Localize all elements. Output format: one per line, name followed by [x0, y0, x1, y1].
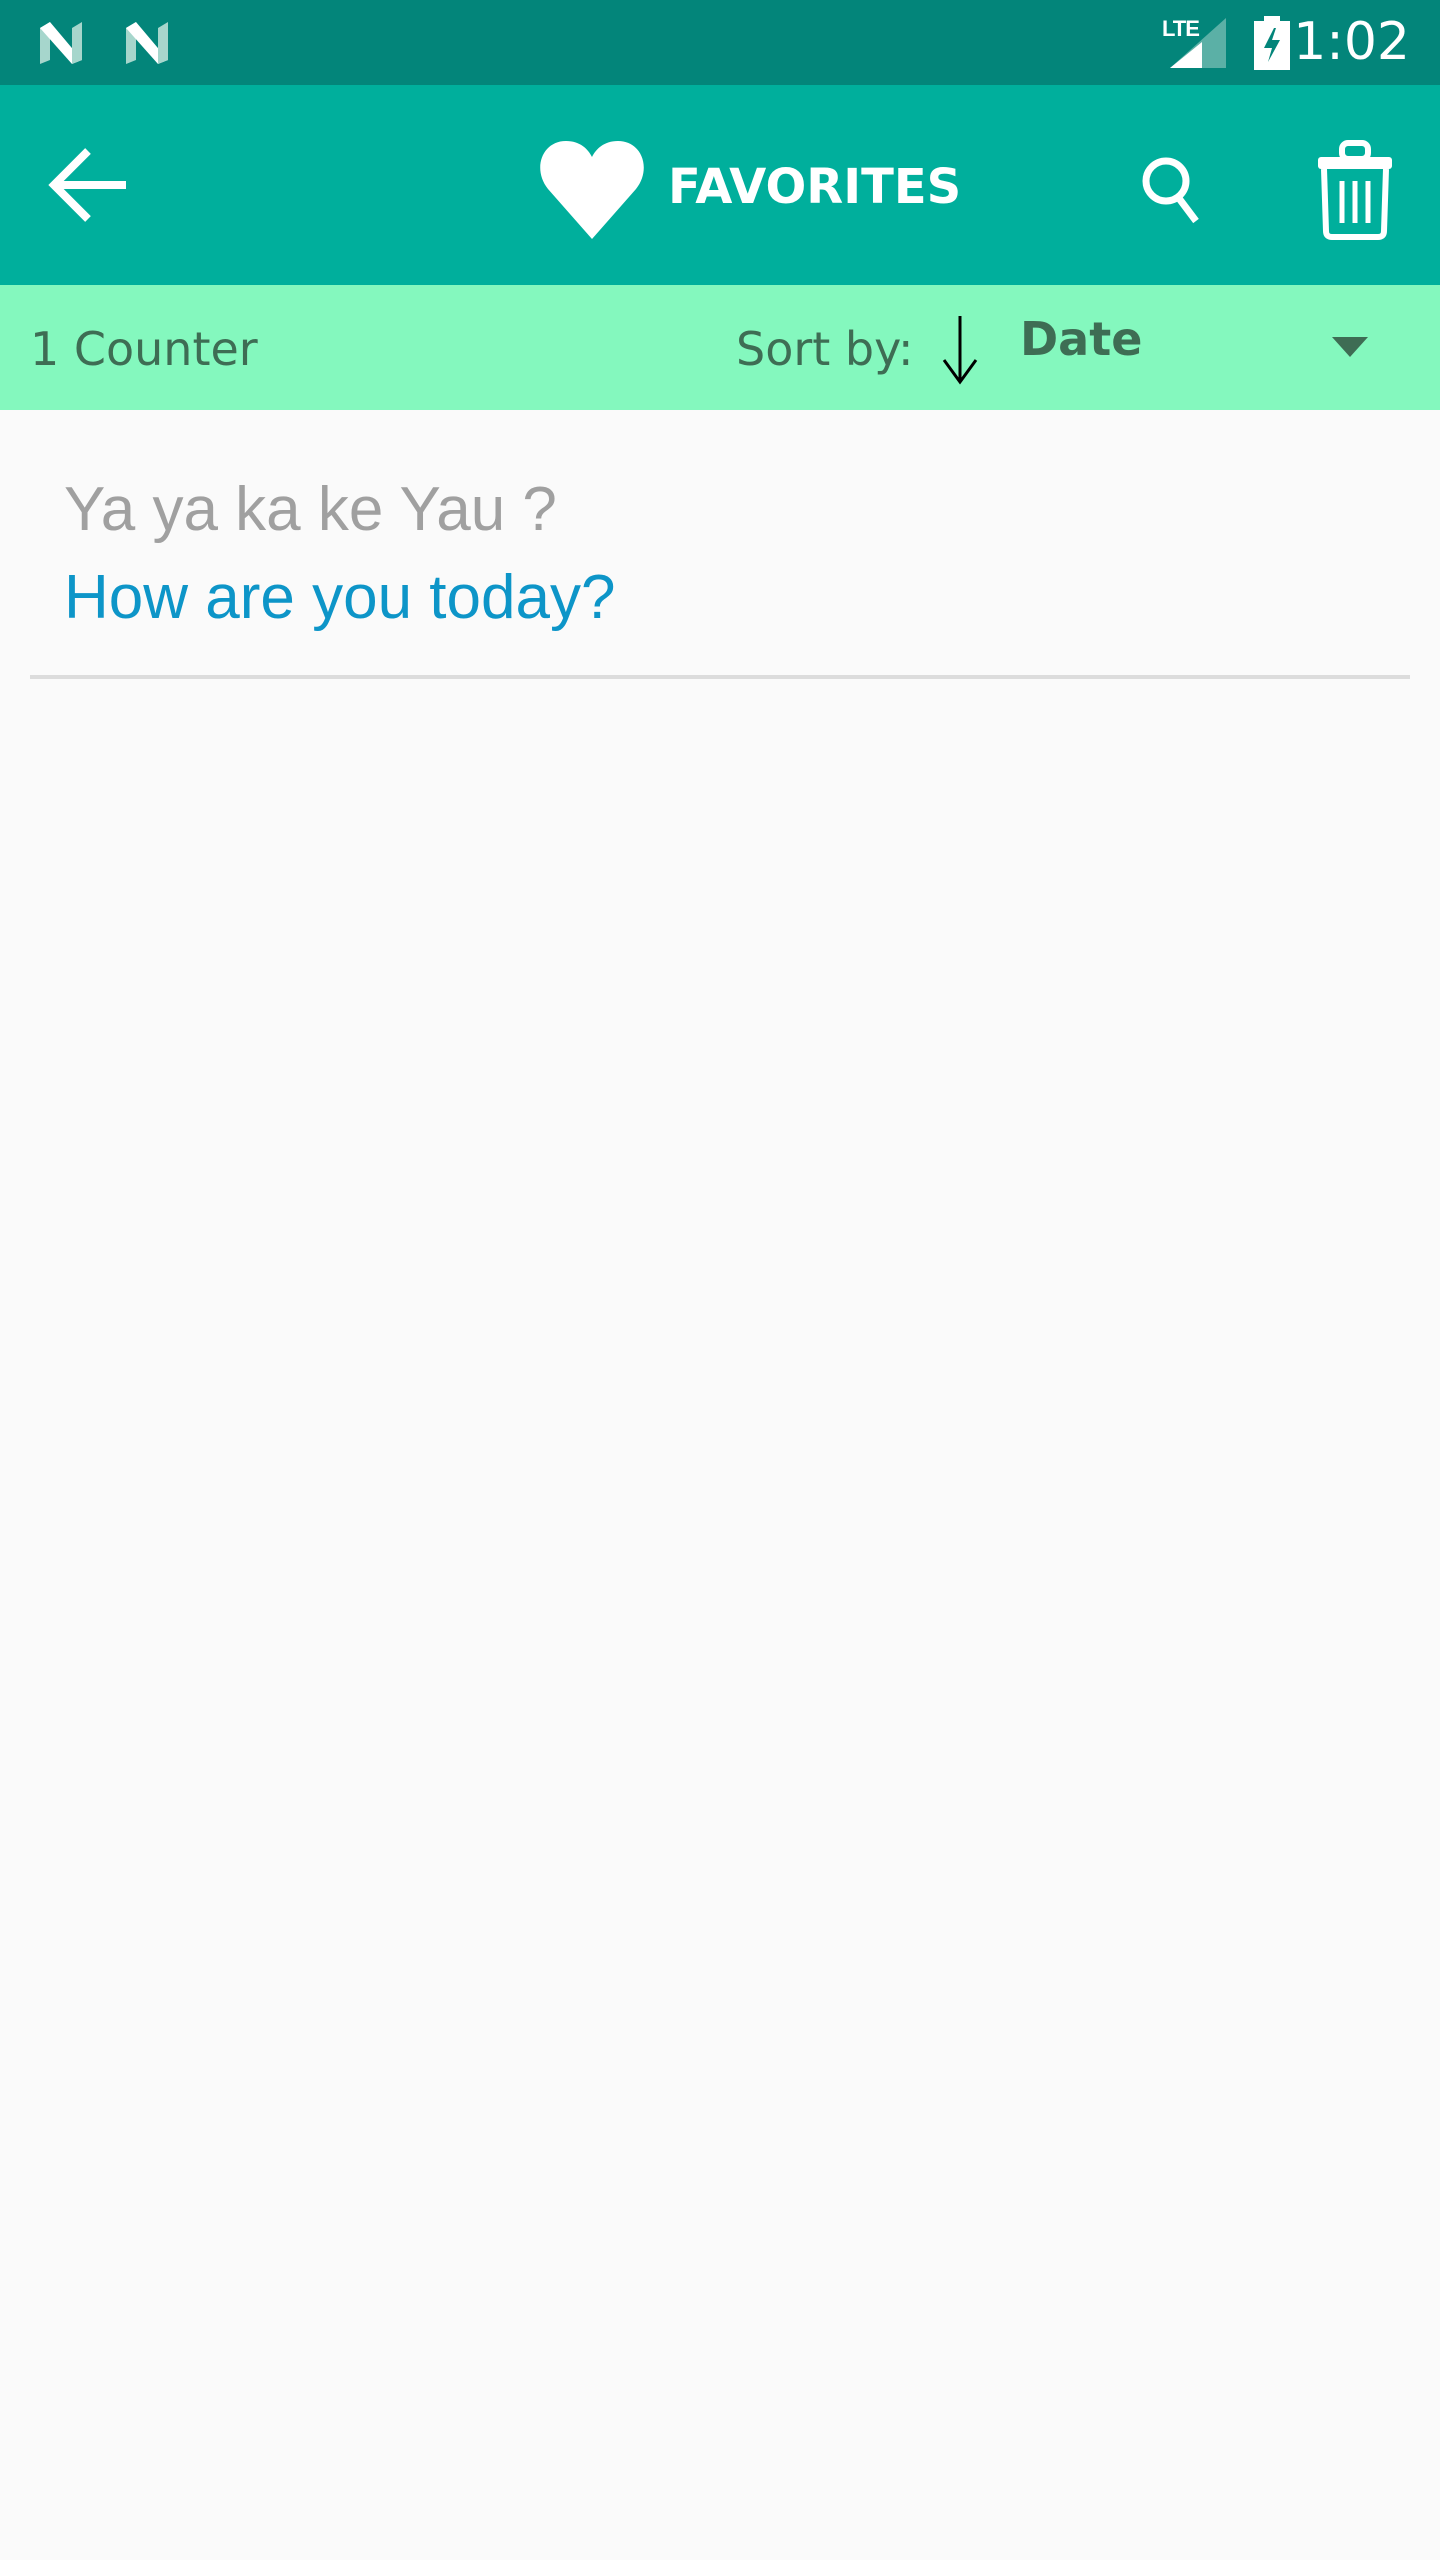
sort-field-value: Date: [1020, 312, 1143, 366]
trash-icon: [1318, 140, 1392, 240]
arrow-left-icon: [48, 148, 126, 222]
source-phrase: Ya ya ka ke Yau ?: [64, 475, 557, 544]
arrow-down-icon: [942, 316, 978, 385]
battery-charging-icon: [1254, 16, 1290, 70]
cell-signal-icon: [1170, 18, 1226, 68]
app-bar: FAVORITES: [0, 85, 1440, 285]
clock: 1:02: [1293, 12, 1410, 72]
heart-icon: [540, 141, 644, 239]
favorite-list-item[interactable]: Ya ya ka ke Yau ? How are you today?: [0, 410, 1440, 680]
delete-all-button[interactable]: [1300, 135, 1410, 245]
android-n-icon: [40, 22, 82, 64]
sort-bar: 1 Counter Sort by: Date: [0, 285, 1440, 410]
translated-phrase: How are you today?: [64, 563, 616, 632]
page-title: FAVORITES: [668, 159, 962, 215]
search-icon: [1142, 157, 1199, 224]
caret-down-icon: [1332, 337, 1368, 357]
back-button[interactable]: [30, 125, 150, 245]
status-bar: LTE 1:02: [0, 0, 1440, 85]
sort-by-label: Sort by:: [736, 322, 914, 376]
search-button[interactable]: [1120, 135, 1230, 245]
sort-field-dropdown[interactable]: Date: [1010, 295, 1410, 400]
android-n-icon: [126, 22, 168, 64]
list-divider: [30, 675, 1410, 679]
favorites-count: 1 Counter: [30, 322, 258, 376]
sort-direction-toggle[interactable]: [930, 310, 990, 390]
